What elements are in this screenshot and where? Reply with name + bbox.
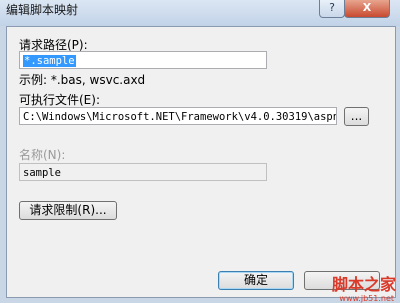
dialog-body: 请求路径(P): *.sample 示例: *.bas, wsvc.axd 可执… bbox=[6, 26, 396, 298]
request-restrictions-button[interactable]: 请求限制(R)... bbox=[19, 201, 117, 220]
executable-label: 可执行文件(E): bbox=[19, 93, 100, 107]
request-path-input[interactable]: *.sample bbox=[19, 51, 267, 69]
close-button[interactable]: X bbox=[344, 0, 390, 18]
window-title: 编辑脚本映射 bbox=[6, 3, 79, 17]
ok-button[interactable]: 确定 bbox=[218, 271, 294, 290]
request-path-example: 示例: *.bas, wsvc.axd bbox=[19, 73, 146, 87]
title-bar: 编辑脚本映射 ? X bbox=[0, 0, 400, 26]
browse-button[interactable]: ... bbox=[344, 107, 369, 126]
executable-input[interactable]: C:\Windows\Microsoft.NET\Framework\v4.0.… bbox=[19, 107, 337, 125]
help-button[interactable]: ? bbox=[319, 0, 345, 18]
name-input[interactable]: sample bbox=[19, 163, 267, 181]
name-label: 名称(N): bbox=[19, 148, 66, 162]
request-path-value: *.sample bbox=[23, 55, 76, 67]
watermark-logo: 脚本之家 bbox=[331, 275, 396, 294]
watermark-url: www.jb51.net bbox=[339, 294, 394, 303]
